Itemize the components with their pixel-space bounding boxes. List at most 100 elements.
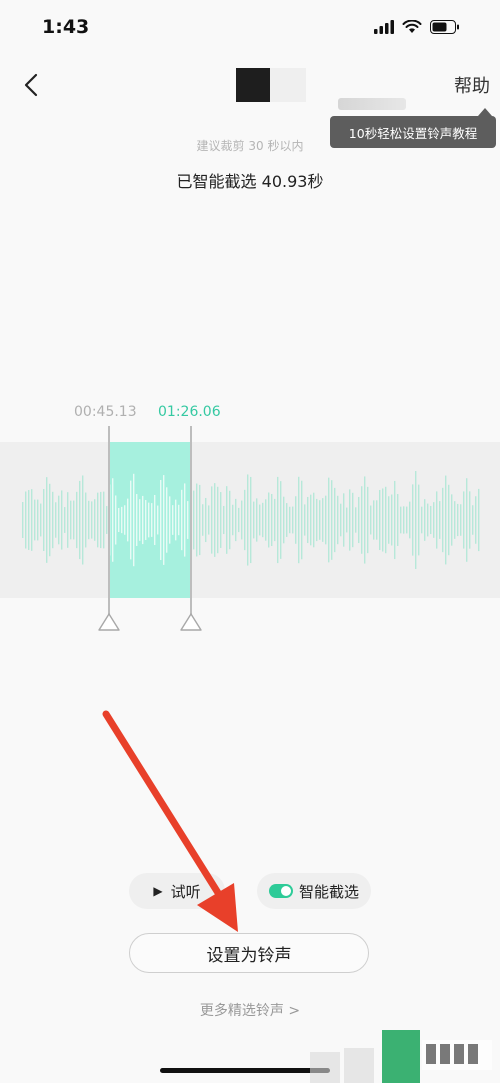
waveform-bar <box>229 490 231 550</box>
waveform-bar <box>337 495 339 545</box>
status-time: 1:43 <box>42 16 90 38</box>
waveform-bar <box>295 496 297 544</box>
waveform-bar <box>445 475 447 565</box>
start-handle-icon[interactable] <box>97 612 121 632</box>
tooltip-arrow <box>478 108 492 116</box>
waveform-bar <box>427 503 429 537</box>
waveform-bar <box>349 489 351 551</box>
waveform-bar <box>313 492 315 548</box>
waveform-bar <box>301 480 303 560</box>
waveform-bar <box>442 487 444 553</box>
waveform-bar <box>187 501 189 539</box>
waveform-bar <box>460 504 462 536</box>
preview-label: 试听 <box>170 882 201 901</box>
start-handle-line[interactable] <box>108 426 110 616</box>
waveform-bar <box>448 484 450 556</box>
waveform-bar <box>181 489 183 551</box>
end-handle-icon[interactable] <box>179 612 203 632</box>
waveform-bar <box>259 504 261 536</box>
selection-end-time: 01:26.06 <box>158 404 221 420</box>
help-link[interactable]: 帮助 <box>454 72 490 98</box>
waveform-bar <box>250 476 252 564</box>
waveform-bar <box>115 495 117 545</box>
waveform-bar <box>43 488 45 552</box>
waveform-bar <box>262 502 264 538</box>
watermark-logo <box>310 1030 492 1083</box>
waveform-bar <box>160 479 162 561</box>
waveform-bar <box>214 483 216 557</box>
waveform-bar <box>475 496 477 544</box>
waveform-bar <box>430 505 432 535</box>
play-icon: ▶ <box>153 884 163 898</box>
waveform-bar <box>136 494 138 546</box>
waveform-bar <box>76 491 78 549</box>
waveform-bar <box>277 476 279 564</box>
waveform-bar <box>433 502 435 538</box>
waveform-bar <box>145 500 147 540</box>
end-handle-line[interactable] <box>190 426 192 616</box>
waveform-bar <box>172 505 174 535</box>
waveform-bar <box>82 475 84 565</box>
waveform-bar <box>331 480 333 560</box>
waveform-bar <box>454 501 456 539</box>
waveform-bar <box>304 504 306 536</box>
waveform-bar <box>253 501 255 539</box>
waveform-bar <box>226 486 228 554</box>
preview-button[interactable]: ▶ 试听 <box>129 873 225 909</box>
waveform-bar <box>265 499 267 541</box>
status-icons <box>374 20 460 34</box>
waveform-bar <box>274 498 276 542</box>
waveform-bar <box>397 494 399 546</box>
waveform-bar <box>31 489 33 551</box>
waveform-bar <box>64 507 66 533</box>
waveform-bar <box>103 491 105 549</box>
waveform-bar <box>127 498 129 542</box>
waveform-bar <box>97 492 99 548</box>
waveform-bar <box>205 497 207 543</box>
waveform-bar <box>421 506 423 534</box>
smart-select-toggle[interactable]: 智能截选 <box>257 873 371 909</box>
waveform-bar <box>199 484 201 556</box>
waveform-bar <box>298 476 300 564</box>
waveform-bar <box>400 506 402 534</box>
waveform-bar <box>118 507 120 533</box>
waveform-bar <box>169 496 171 544</box>
waveform-bar <box>151 503 153 537</box>
waveform-bar <box>142 495 144 545</box>
waveform-bar <box>154 494 156 546</box>
waveform-bar <box>307 496 309 544</box>
waveform-bar <box>280 481 282 559</box>
waveform <box>22 471 480 569</box>
waveform-bar <box>238 507 240 533</box>
signal-icon <box>374 20 394 34</box>
waveform-bar <box>322 498 324 542</box>
waveform-bar <box>289 506 291 534</box>
waveform-bar <box>268 492 270 548</box>
waveform-bar <box>364 476 366 564</box>
waveform-bar <box>361 486 363 554</box>
waveform-bar <box>202 504 204 536</box>
waveform-bar <box>49 483 51 557</box>
waveform-bar <box>175 499 177 541</box>
battery-icon <box>430 20 459 34</box>
waveform-bar <box>340 503 342 537</box>
set-ringtone-button[interactable]: 设置为铃声 <box>129 933 369 973</box>
waveform-bar <box>271 493 273 547</box>
waveform-bar <box>319 500 321 540</box>
waveform-bar <box>193 490 195 550</box>
waveform-bar <box>91 501 93 539</box>
waveform-bar <box>373 500 375 540</box>
back-icon[interactable] <box>18 70 48 100</box>
waveform-bar <box>409 501 411 539</box>
waveform-bar <box>34 499 36 541</box>
waveform-bar <box>436 491 438 549</box>
waveform-bar <box>25 491 27 549</box>
waveform-bar <box>370 505 372 535</box>
waveform-bar <box>244 489 246 551</box>
waveform-bar <box>343 493 345 547</box>
waveform-bar <box>46 477 48 563</box>
waveform-bar <box>286 503 288 537</box>
waveform-bar <box>196 483 198 557</box>
waveform-bar <box>418 484 420 556</box>
title-placeholder <box>236 68 306 102</box>
